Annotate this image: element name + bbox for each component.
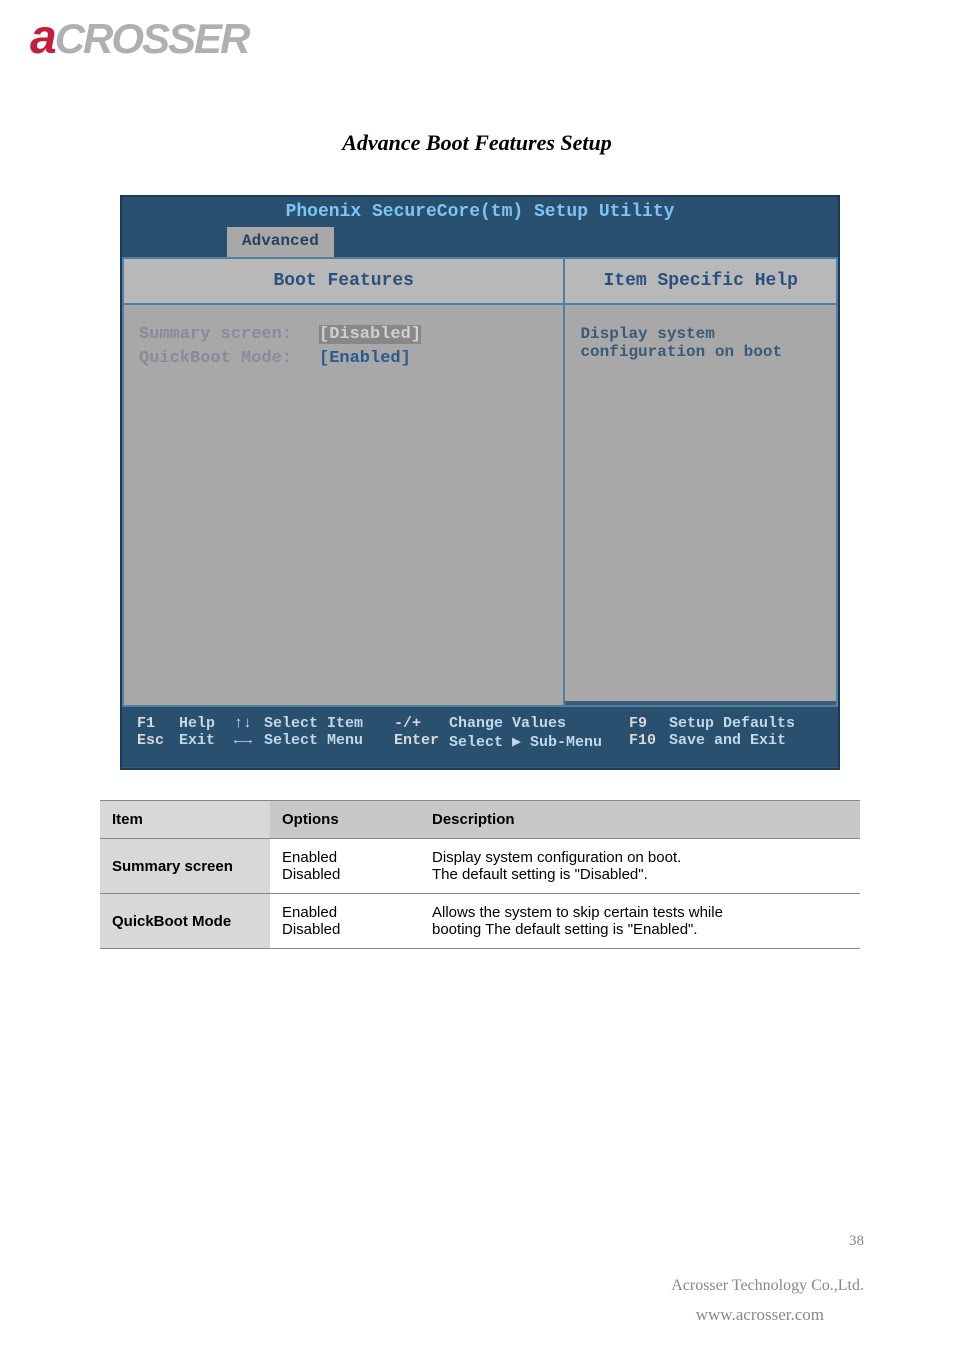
action-setup-defaults: Setup Defaults <box>669 715 795 732</box>
bios-content-area: Boot Features Summary screen: [Disabled]… <box>122 257 838 707</box>
key-esc: Esc <box>137 732 179 751</box>
footer-website-url: www.acrosser.com <box>696 1305 824 1325</box>
desc-summary-screen: Display system configuration on boot. Th… <box>420 839 860 894</box>
action-change-values: Change Values <box>449 715 629 732</box>
quickboot-mode-value[interactable]: [Enabled] <box>319 349 411 368</box>
table-row: QuickBoot Mode Enabled Disabled Allows t… <box>100 894 860 949</box>
action-save-exit: Save and Exit <box>669 732 786 751</box>
item-quickboot-mode: QuickBoot Mode <box>100 894 270 949</box>
settings-description-table: Item Options Description Summary screen … <box>100 800 860 949</box>
header-description: Description <box>420 801 860 839</box>
bios-main-panel: Boot Features Summary screen: [Disabled]… <box>124 259 565 705</box>
bios-tab-bar: Advanced <box>122 227 838 257</box>
header-item: Item <box>100 801 270 839</box>
options-summary-screen: Enabled Disabled <box>270 839 420 894</box>
arrow-leftright-icon: ←→ <box>234 732 264 751</box>
header-options: Options <box>270 801 420 839</box>
help-header: Item Specific Help <box>565 259 836 305</box>
table-header-row: Item Options Description <box>100 801 860 839</box>
logo-red-letter: a <box>30 11 55 64</box>
key-minus-plus: -/+ <box>394 715 449 732</box>
boot-features-header: Boot Features <box>124 259 563 305</box>
key-f1: F1 <box>137 715 179 732</box>
bios-title: Phoenix SecureCore(tm) Setup Utility <box>122 197 838 227</box>
tab-advanced[interactable]: Advanced <box>227 227 334 257</box>
footer-row-2: Esc Exit ←→ Select Menu Enter Select ▶ S… <box>137 732 823 751</box>
key-f9: F9 <box>629 715 669 732</box>
bios-footer-keys: F1 Help ↑↓ Select Item -/+ Change Values… <box>122 707 838 767</box>
action-select-submenu: Select ▶ Sub-Menu <box>449 732 629 751</box>
setting-quickboot-mode[interactable]: QuickBoot Mode: [Enabled] <box>139 349 548 368</box>
footer-row-1: F1 Help ↑↓ Select Item -/+ Change Values… <box>137 715 823 732</box>
setting-summary-screen[interactable]: Summary screen: [Disabled] <box>139 325 548 344</box>
options-quickboot-mode: Enabled Disabled <box>270 894 420 949</box>
page-number: 38 <box>849 1233 864 1250</box>
label-help: Help <box>179 715 234 732</box>
action-select-menu: Select Menu <box>264 732 394 751</box>
help-text-line2: configuration on boot <box>580 343 821 361</box>
logo-gray-text: CROSSER <box>55 15 249 62</box>
table-row: Summary screen Enabled Disabled Display … <box>100 839 860 894</box>
key-enter: Enter <box>394 732 449 751</box>
action-select-item: Select Item <box>264 715 394 732</box>
footer-company-name: Acrosser Technology Co.,Ltd. <box>671 1277 864 1295</box>
summary-screen-value[interactable]: [Disabled] <box>319 325 421 344</box>
arrow-updown-icon: ↑↓ <box>234 715 264 732</box>
bios-screenshot: Phoenix SecureCore(tm) Setup Utility Adv… <box>120 195 840 770</box>
help-text-line1: Display system <box>580 325 821 343</box>
help-content: Display system configuration on boot <box>565 305 836 701</box>
company-logo: aCROSSER <box>30 10 248 65</box>
quickboot-mode-label: QuickBoot Mode: <box>139 349 319 368</box>
desc-quickboot-mode: Allows the system to skip certain tests … <box>420 894 860 949</box>
item-summary-screen: Summary screen <box>100 839 270 894</box>
key-f10: F10 <box>629 732 669 751</box>
page-title: Advance Boot Features Setup <box>0 130 954 156</box>
summary-screen-label: Summary screen: <box>139 325 319 344</box>
bios-settings-list: Summary screen: [Disabled] QuickBoot Mod… <box>124 305 563 705</box>
bios-help-panel: Item Specific Help Display system config… <box>565 259 836 705</box>
label-exit: Exit <box>179 732 234 751</box>
